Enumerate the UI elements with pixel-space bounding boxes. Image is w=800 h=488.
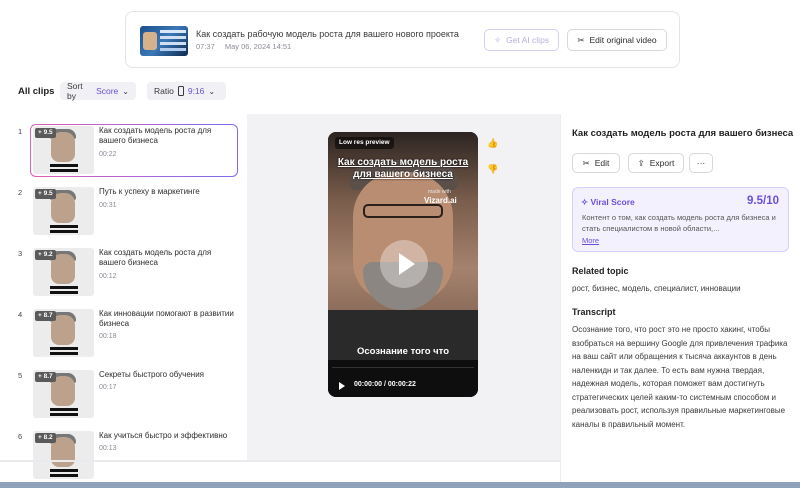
sparkle-icon: ✧	[493, 34, 502, 45]
video-controls: 00:00:00 / 00:00:22	[328, 360, 478, 397]
export-icon: ⇪	[637, 157, 645, 168]
clip-item[interactable]: 4 + 8.7 Как инновации помогают в развити…	[0, 297, 247, 359]
ratio-label: Ratio	[154, 86, 174, 96]
ratio-dropdown[interactable]: Ratio 9:16 ⌄	[147, 82, 226, 100]
video-caption-bottom: Осознание того что	[356, 346, 450, 357]
clip-score-badge: + 9.2	[35, 250, 56, 260]
all-clips-heading: All clips	[18, 86, 55, 97]
clip-detail-title: Как создать модель роста для вашего бизн…	[572, 128, 794, 139]
source-date: May 06, 2024 14:51	[224, 42, 292, 51]
clip-thumbnail: + 9.2	[33, 248, 94, 296]
os-taskbar	[0, 482, 800, 488]
thumbs-down-icon[interactable]: 👎	[486, 162, 500, 176]
clip-title: Секреты быстрого обучения	[99, 370, 204, 379]
export-label: Export	[649, 158, 675, 168]
edit-button[interactable]: ✂ Edit	[572, 153, 620, 173]
play-icon	[399, 253, 415, 275]
portrait-ratio-icon	[177, 86, 184, 96]
sort-value: Score	[96, 86, 119, 96]
horizontal-divider	[0, 460, 560, 462]
clip-number: 3	[18, 249, 23, 258]
related-topic-heading: Related topic	[572, 266, 629, 276]
clip-duration: 00:17	[99, 384, 117, 391]
clip-duration: 00:22	[99, 151, 117, 158]
clip-score-badge: + 8.2	[35, 433, 56, 443]
clip-item[interactable]: 3 + 9.2 Как создать модель роста для ваш…	[0, 236, 247, 298]
source-thumbnail	[140, 26, 188, 56]
clip-number: 6	[18, 432, 23, 441]
source-video-card: Как создать рабочую модель роста для ваш…	[125, 11, 680, 68]
app-root: Как создать рабочую модель роста для ваш…	[0, 0, 800, 488]
video-player[interactable]: Low res preview Как создать модель роста…	[328, 132, 478, 397]
preview-panel: Low res preview Как создать модель роста…	[247, 114, 560, 460]
scissors-icon: ✂	[577, 34, 585, 45]
clip-duration: 00:13	[99, 445, 117, 452]
source-duration: 07:37	[196, 42, 215, 51]
clip-title: Путь к успеху в маркетинге	[99, 187, 200, 196]
play-button[interactable]	[380, 240, 428, 288]
source-meta: 07:37 May 06, 2024 14:51	[196, 42, 291, 51]
edit-label: Edit	[594, 158, 610, 168]
chevron-down-icon: ⌄	[208, 86, 216, 96]
clip-duration: 00:18	[99, 333, 117, 340]
viral-score-label: ✧ Viral Score	[581, 197, 635, 207]
video-time: 00:00:00 / 00:00:22	[354, 381, 416, 388]
clip-title: Как создать модель роста для вашего бизн…	[99, 248, 212, 267]
source-title: Как создать рабочую модель роста для ваш…	[196, 29, 459, 39]
edit-original-label: Edit original video	[589, 35, 657, 45]
clip-score-badge: + 9.5	[35, 189, 56, 199]
thumbs-up-icon[interactable]: 👍	[486, 136, 500, 150]
more-options-button[interactable]: ···	[689, 153, 713, 173]
clip-list: 1 + 9.5 Как создать модель роста для ваш…	[0, 114, 247, 488]
get-ai-clips-label: Get AI clips	[506, 35, 550, 45]
clip-score-badge: + 8.7	[35, 372, 56, 382]
clip-thumbnail: + 8.2	[33, 431, 94, 479]
clip-number: 4	[18, 310, 23, 319]
low-res-badge: Low res preview	[335, 137, 394, 149]
related-topic-tags: рост, бизнес, модель, специалист, иннова…	[572, 284, 741, 293]
video-caption-top: Как создать модель роста для вашего бизн…	[337, 157, 469, 180]
edit-original-video-button[interactable]: ✂ Edit original video	[567, 29, 667, 51]
sort-label: Sort by	[67, 81, 83, 101]
viral-more-link[interactable]: More	[582, 236, 599, 245]
chevron-down-icon: ⌄	[122, 86, 129, 96]
clip-duration: 00:12	[99, 273, 117, 280]
clip-number: 1	[18, 127, 23, 136]
watermark-made-with: made with	[428, 189, 451, 195]
clip-item[interactable]: 2 + 9.5 Путь к успеху в маркетинге 00:31	[0, 175, 247, 237]
viral-score-card: ✧ Viral Score 9.5/10 Контент о том, как …	[572, 187, 789, 252]
viral-score-description: Контент о том, как создать модель роста …	[582, 213, 776, 233]
clip-title: Как создать модель роста для вашего бизн…	[99, 126, 212, 145]
ratio-value: 9:16	[187, 86, 205, 96]
transcript-heading: Transcript	[572, 307, 616, 317]
transcript-text: Осознание того, что рост это не просто х…	[572, 325, 788, 429]
clip-title: Как учиться быстро и эффективно	[99, 431, 228, 440]
scissors-icon: ✂	[582, 157, 590, 168]
clip-thumbnail: + 8.7	[33, 370, 94, 418]
clip-detail-panel: Как создать модель роста для вашего бизн…	[560, 114, 800, 488]
more-icon: ···	[696, 158, 706, 168]
clip-item[interactable]: 6 + 8.2 Как учиться быстро и эффективно …	[0, 419, 247, 481]
clip-thumbnail: + 8.7	[33, 309, 94, 357]
clip-thumbnail: + 9.5	[33, 187, 94, 235]
sort-dropdown[interactable]: Sort by Score ⌄	[60, 81, 136, 101]
progress-bar[interactable]	[332, 367, 474, 368]
get-ai-clips-button[interactable]: ✧ Get AI clips	[484, 29, 559, 51]
export-button[interactable]: ⇪ Export	[628, 153, 684, 173]
watermark-brand: Vizard.ai	[424, 196, 457, 205]
play-icon[interactable]	[339, 382, 345, 390]
clip-duration: 00:31	[99, 202, 117, 209]
clip-item[interactable]: 1 + 9.5 Как создать модель роста для ваш…	[0, 114, 247, 176]
clip-number: 5	[18, 371, 23, 380]
viral-score-value: 9.5/10	[747, 195, 779, 207]
clip-number: 2	[18, 188, 23, 197]
clip-score-badge: + 8.7	[35, 311, 56, 321]
clip-score-badge: + 9.5	[35, 128, 56, 138]
clip-item[interactable]: 5 + 8.7 Секреты быстрого обучения 00:17	[0, 358, 247, 420]
clip-thumbnail: + 9.5	[33, 126, 94, 174]
clip-title: Как инновации помогают в развитии бизнес…	[99, 309, 234, 328]
